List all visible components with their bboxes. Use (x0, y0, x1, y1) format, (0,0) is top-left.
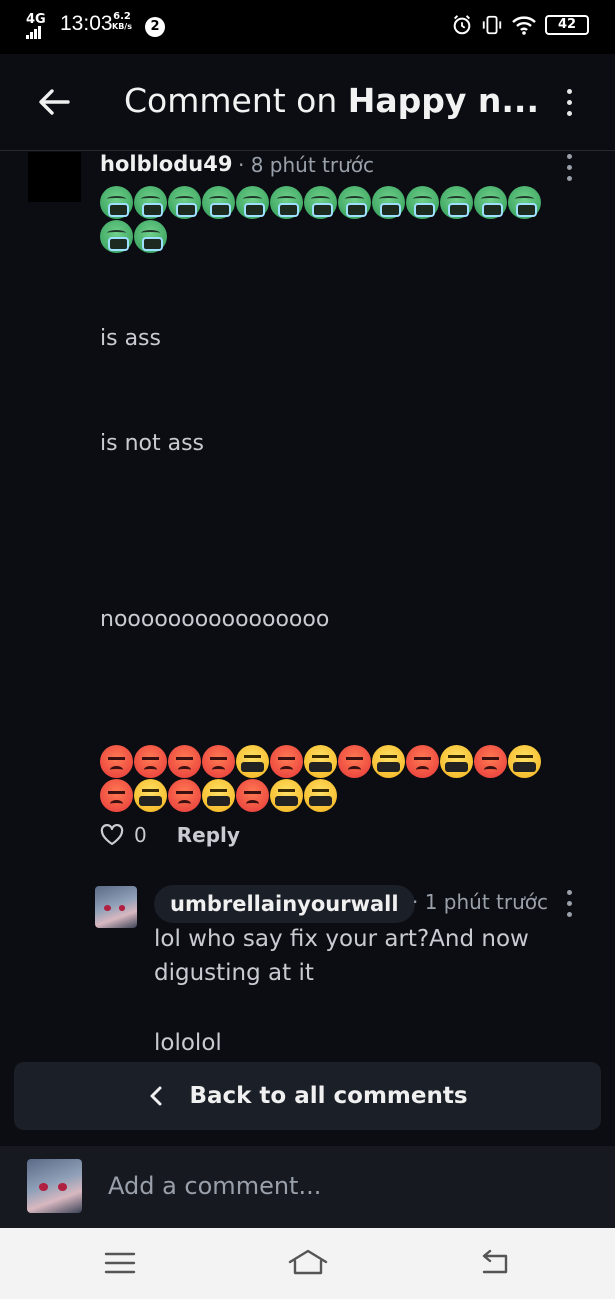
emoji-row (100, 220, 167, 253)
alarm-icon (453, 15, 471, 35)
comment-menu-icon[interactable] (564, 154, 574, 181)
angry-face-emoji-icon (168, 779, 201, 812)
reply-menu-icon[interactable] (564, 890, 574, 917)
add-comment-input[interactable] (108, 1168, 568, 1204)
sick-face-emoji-icon (202, 186, 235, 219)
angry-face-emoji-icon (338, 745, 371, 778)
like-count: 0 (134, 823, 147, 847)
comment-author[interactable]: holblodu49 (100, 152, 232, 176)
angry-face-emoji-icon (100, 779, 133, 812)
comment-line: is ass (100, 326, 161, 351)
comment-line: is not ass (100, 431, 204, 456)
chevron-left-icon (150, 1086, 162, 1106)
page-title-post-name: Happy n... (347, 81, 539, 120)
kebab-menu-icon[interactable] (564, 89, 574, 116)
angry-face-emoji-icon (236, 779, 269, 812)
curse-face-emoji-icon (372, 745, 405, 778)
page-title-prefix: Comment on (124, 81, 348, 120)
curse-face-emoji-icon (202, 779, 235, 812)
angry-face-emoji-icon (270, 745, 303, 778)
system-nav-bar (0, 1228, 615, 1299)
signal-bars-icon (26, 26, 42, 39)
angry-face-emoji-icon (406, 745, 439, 778)
wifi-icon (512, 16, 536, 35)
app-header: Comment on Happy n... (0, 54, 615, 151)
angry-face-emoji-icon (202, 745, 235, 778)
avatar[interactable] (95, 886, 137, 928)
comment-actions: 0 Reply (100, 820, 240, 850)
curse-face-emoji-icon (440, 745, 473, 778)
sick-face-emoji-icon (236, 186, 269, 219)
hamburger-icon[interactable] (103, 1248, 137, 1278)
sick-face-emoji-icon (304, 186, 337, 219)
avatar[interactable] (28, 152, 81, 202)
sick-face-emoji-icon (372, 186, 405, 219)
reply-line: lol who say fix your art?And now (154, 926, 529, 952)
comment-timestamp: · 8 phút trước (238, 153, 375, 177)
sick-face-emoji-icon (440, 186, 473, 219)
sick-face-emoji-icon (168, 186, 201, 219)
comment-thread[interactable]: holblodu49 · 8 phút trước is ass is not … (0, 152, 615, 1062)
reply-author[interactable]: umbrellainyourwall (154, 885, 415, 923)
angry-face-emoji-icon (168, 745, 201, 778)
curse-face-emoji-icon (304, 745, 337, 778)
emoji-row (100, 779, 337, 812)
network-type: 4G (26, 12, 46, 27)
emoji-row (100, 186, 541, 219)
sick-face-emoji-icon (474, 186, 507, 219)
reply-line: lololol (154, 1030, 222, 1056)
sick-face-emoji-icon (270, 186, 303, 219)
sick-face-emoji-icon (134, 220, 167, 253)
sick-face-emoji-icon (406, 186, 439, 219)
heart-outline-icon[interactable] (100, 824, 124, 846)
curse-face-emoji-icon (304, 779, 337, 812)
network-speed: 6.2 KB/s (112, 12, 132, 32)
curse-face-emoji-icon (236, 745, 269, 778)
angry-face-emoji-icon (134, 745, 167, 778)
return-icon[interactable] (478, 1248, 512, 1278)
avatar (27, 1159, 82, 1213)
sick-face-emoji-icon (100, 220, 133, 253)
comment-composer (0, 1146, 615, 1228)
sick-face-emoji-icon (100, 186, 133, 219)
reply-line: digusting at it (154, 960, 314, 986)
status-bar: 4G 13:03 6.2 KB/s 2 42 (0, 0, 615, 54)
arrow-left-icon[interactable] (36, 84, 72, 120)
page-title: Comment on Happy n... (124, 81, 544, 120)
curse-face-emoji-icon (508, 745, 541, 778)
angry-face-emoji-icon (474, 745, 507, 778)
back-to-all-comments-button[interactable]: Back to all comments (14, 1062, 601, 1130)
curse-face-emoji-icon (134, 779, 167, 812)
battery-indicator: 42 (545, 15, 589, 35)
comment-line: noooooooooooooooo (100, 607, 330, 632)
sick-face-emoji-icon (134, 186, 167, 219)
emoji-row (100, 745, 541, 778)
curse-face-emoji-icon (270, 779, 303, 812)
notification-count-badge: 2 (145, 17, 165, 37)
back-to-all-comments-label: Back to all comments (189, 1083, 468, 1109)
vibrate-icon (482, 15, 502, 35)
clock: 13:03 (60, 12, 113, 35)
reply-button[interactable]: Reply (177, 823, 240, 847)
angry-face-emoji-icon (100, 745, 133, 778)
sick-face-emoji-icon (338, 186, 371, 219)
sick-face-emoji-icon (508, 186, 541, 219)
network-speed-unit: KB/s (112, 22, 132, 31)
network-speed-value: 6.2 (113, 11, 131, 22)
signal-indicator: 4G (26, 12, 46, 39)
reply-timestamp: · 1 phút trước (412, 890, 549, 914)
home-icon[interactable] (287, 1248, 329, 1278)
